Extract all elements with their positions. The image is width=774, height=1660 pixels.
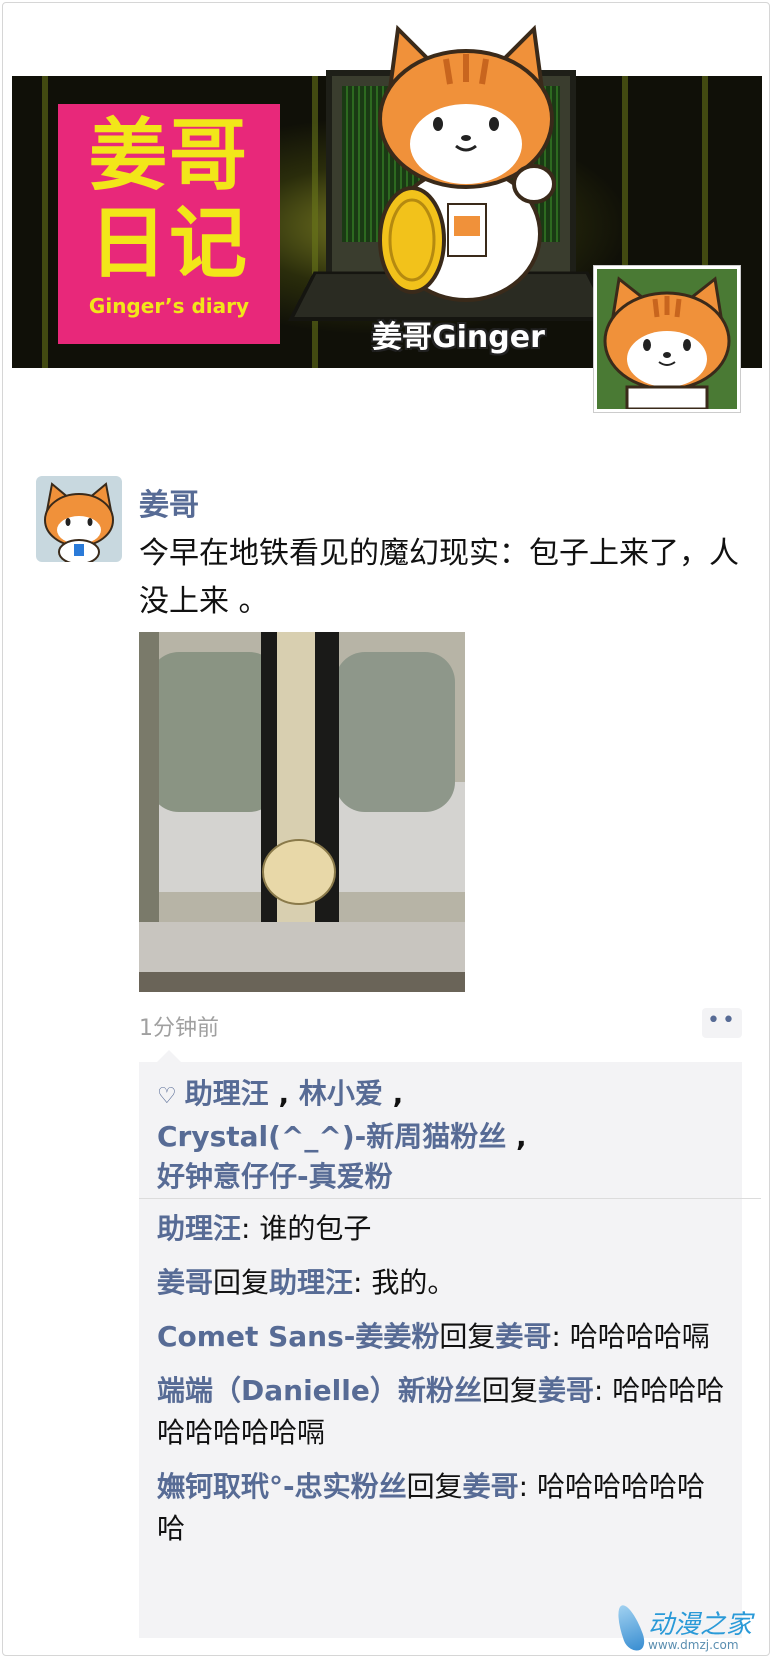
subway-door-photo: [139, 632, 465, 992]
comment-colon: :: [593, 1374, 613, 1407]
like-separator: ,: [506, 1120, 527, 1153]
water-drop-logo-icon: [612, 1602, 648, 1654]
heart-icon: ♡: [157, 1084, 177, 1109]
post-photo[interactable]: [139, 632, 465, 992]
comment-item[interactable]: 姜哥回复助理汪: 我的。: [157, 1262, 727, 1304]
like-separator: ,: [268, 1077, 299, 1110]
post-text: 今早在地铁看见的魔幻现实：包子上来了，人没上来 。: [139, 536, 739, 619]
reply-target-user[interactable]: 助理汪: [269, 1266, 353, 1299]
more-actions-button[interactable]: ••: [702, 1008, 742, 1038]
reply-label: 回复: [439, 1320, 496, 1353]
reply-label: 回复: [406, 1470, 463, 1503]
cat-avatar-icon: [44, 482, 114, 562]
logo-english: Ginger’s diary: [88, 294, 250, 318]
watermark-name: 动漫之家: [648, 1610, 753, 1640]
comment-user[interactable]: 嫵钶取玳°-忠实粉丝: [157, 1470, 407, 1503]
comment-colon: :: [551, 1320, 570, 1353]
comment-user[interactable]: 姜哥: [157, 1266, 213, 1299]
comment-item[interactable]: Comet Sans-姜姜粉回复姜哥: 哈哈哈哈嗝: [157, 1316, 727, 1358]
watermark-url: www.dmzj.com: [648, 1638, 739, 1652]
reply-target-user[interactable]: 姜哥: [538, 1374, 594, 1407]
site-watermark: 动漫之家 www.dmzj.com: [612, 1602, 768, 1656]
comment-colon: :: [353, 1266, 372, 1299]
comment-item[interactable]: 端端（Danielle）新粉丝回复姜哥: 哈哈哈哈哈哈哈哈哈嗝: [157, 1370, 727, 1454]
comment-list: 助理汪: 谁的包子 姜哥回复助理汪: 我的。 Comet Sans-姜姜粉回复姜…: [157, 1208, 727, 1562]
comment-item[interactable]: 嫵钶取玳°-忠实粉丝回复姜哥: 哈哈哈哈哈哈哈: [157, 1466, 727, 1550]
post-timestamp: 1分钟前: [139, 1016, 219, 1041]
like-user[interactable]: 林小爱: [299, 1077, 383, 1110]
like-user[interactable]: 好钟意仔仔-真爱粉: [157, 1160, 393, 1193]
comment-colon: :: [518, 1470, 537, 1503]
comment-text: 我的。: [371, 1266, 456, 1299]
reply-target-user[interactable]: 姜哥: [495, 1320, 551, 1353]
comment-item[interactable]: 助理汪: 谁的包子: [157, 1208, 727, 1250]
reply-label: 回复: [213, 1266, 270, 1299]
banner-streak: [42, 76, 48, 368]
logo-line2: 日记: [88, 199, 249, 289]
banner-streak: [312, 76, 318, 368]
comment-text: 谁的包子: [259, 1212, 372, 1245]
interaction-panel: ♡ 助理汪 , 林小爱 , Crystal(^_^)-新周猫粉丝 , 好钟意仔仔-…: [139, 1050, 742, 1638]
banner-name-label: 姜哥Ginger: [372, 320, 545, 355]
post-author-name[interactable]: 姜哥: [139, 480, 199, 524]
likes-list: ♡ 助理汪 , 林小爱 , Crystal(^_^)-新周猫粉丝 , 好钟意仔仔-…: [139, 1062, 742, 1209]
post-author-avatar[interactable]: [36, 476, 122, 562]
like-user[interactable]: Crystal(^_^)-新周猫粉丝: [157, 1120, 506, 1153]
like-separator: ,: [382, 1077, 404, 1110]
diary-logo: 姜哥 日记 Ginger’s diary: [58, 104, 280, 344]
like-user[interactable]: 助理汪: [185, 1077, 269, 1110]
logo-line1: 姜哥: [88, 111, 249, 201]
comment-user[interactable]: Comet Sans-姜姜粉: [157, 1320, 439, 1353]
ginger-cat-illustration: [378, 24, 556, 302]
likes-comments-divider: [139, 1198, 761, 1199]
comment-user[interactable]: 助理汪: [157, 1212, 241, 1245]
comment-colon: :: [241, 1212, 260, 1245]
reply-label: 回复: [481, 1374, 538, 1407]
comment-text: 哈哈哈哈嗝: [569, 1320, 710, 1353]
reply-target-user[interactable]: 姜哥: [463, 1470, 519, 1503]
comment-user[interactable]: 端端（Danielle）新粉丝: [157, 1374, 482, 1407]
cat-avatar-icon: [603, 276, 731, 411]
profile-avatar[interactable]: [594, 266, 740, 412]
